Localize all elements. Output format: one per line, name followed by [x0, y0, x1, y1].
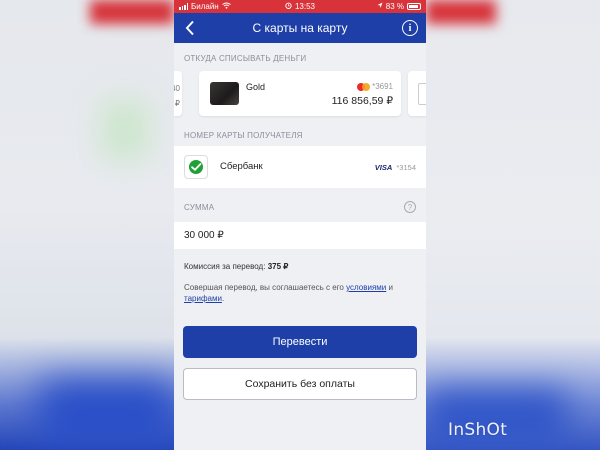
- card-number-mask: *3691: [372, 82, 393, 91]
- sberbank-logo-icon: [184, 155, 208, 179]
- terms-link[interactable]: условиями: [346, 283, 386, 292]
- blurred-background-left: [0, 0, 174, 450]
- info-icon: i: [408, 22, 412, 34]
- card-image: [210, 82, 239, 105]
- page-title: С карты на карту: [252, 21, 348, 35]
- amount-field[interactable]: 30 000 ₽: [174, 222, 426, 249]
- recipient-section-label: НОМЕР КАРТЫ ПОЛУЧАТЕЛЯ: [184, 131, 303, 140]
- card-number: *3691: [357, 82, 393, 91]
- blurred-background-right: [426, 0, 600, 450]
- status-center: 13:53: [174, 2, 426, 11]
- agreement-suffix: .: [221, 294, 225, 303]
- blur-blob: [426, 0, 496, 24]
- clock-time: 13:53: [294, 2, 316, 11]
- agreement-text: Совершая перевод, вы соглашаетесь с его …: [184, 282, 422, 304]
- source-card-next[interactable]: [408, 71, 426, 116]
- fee-label: Комиссия за перевод:: [184, 262, 266, 271]
- fee-info: Комиссия за перевод: 375 ₽: [184, 262, 288, 271]
- agreement-conjunction: и: [386, 283, 393, 292]
- source-card-previous-info: 40 ₽: [174, 81, 180, 111]
- mastercard-icon: [357, 82, 371, 91]
- status-bar: Билайн 13:53 83 %: [174, 0, 426, 13]
- source-card-selected[interactable]: Gold *3691 116 856,59 ₽: [199, 71, 401, 116]
- card-balance-fragment: ₽: [174, 99, 180, 108]
- card-placeholder-icon: [418, 83, 426, 105]
- blur-blob: [40, 380, 174, 450]
- blur-blob: [90, 0, 174, 24]
- card-number-fragment: 40: [174, 84, 180, 93]
- nav-bar: С карты на карту i: [174, 13, 426, 43]
- battery-icon: [407, 3, 421, 10]
- transfer-button[interactable]: Перевести: [183, 326, 417, 358]
- amount-section-label: СУММА: [184, 203, 215, 212]
- question-icon[interactable]: ?: [404, 201, 416, 213]
- source-card-previous[interactable]: 40 ₽: [174, 71, 182, 116]
- agreement-prefix: Совершая перевод, вы соглашаетесь с его: [184, 283, 347, 292]
- card-name: Gold: [246, 82, 266, 92]
- recipient-card-mask: *3154: [396, 163, 416, 172]
- recipient-card-number: VISA *3154: [375, 163, 416, 172]
- source-card-carousel[interactable]: 40 ₽ Gold *3691 116 856,59 ₽: [174, 71, 426, 117]
- blur-blob: [100, 100, 150, 160]
- phone-screen: Билайн 13:53 83 % С карты на карту i ОТК…: [174, 0, 426, 450]
- back-button[interactable]: [180, 17, 200, 39]
- info-button[interactable]: i: [402, 20, 418, 36]
- tariffs-link[interactable]: тарифами: [184, 294, 222, 303]
- alarm-icon: [285, 2, 292, 11]
- recipient-card-row[interactable]: Сбербанк VISA *3154: [174, 146, 426, 188]
- card-balance: 116 856,59 ₽: [331, 95, 393, 107]
- amount-value[interactable]: 30 000 ₽: [184, 230, 224, 241]
- recipient-bank-name: Сбербанк: [220, 161, 263, 172]
- chevron-left-icon: [185, 20, 194, 36]
- save-without-payment-button[interactable]: Сохранить без оплаты: [183, 368, 417, 400]
- source-section-label: ОТКУДА СПИСЫВАТЬ ДЕНЬГИ: [184, 54, 307, 63]
- fee-value: 375 ₽: [267, 262, 289, 271]
- inshot-watermark: InShOt: [448, 420, 508, 440]
- visa-icon: VISA: [374, 163, 393, 172]
